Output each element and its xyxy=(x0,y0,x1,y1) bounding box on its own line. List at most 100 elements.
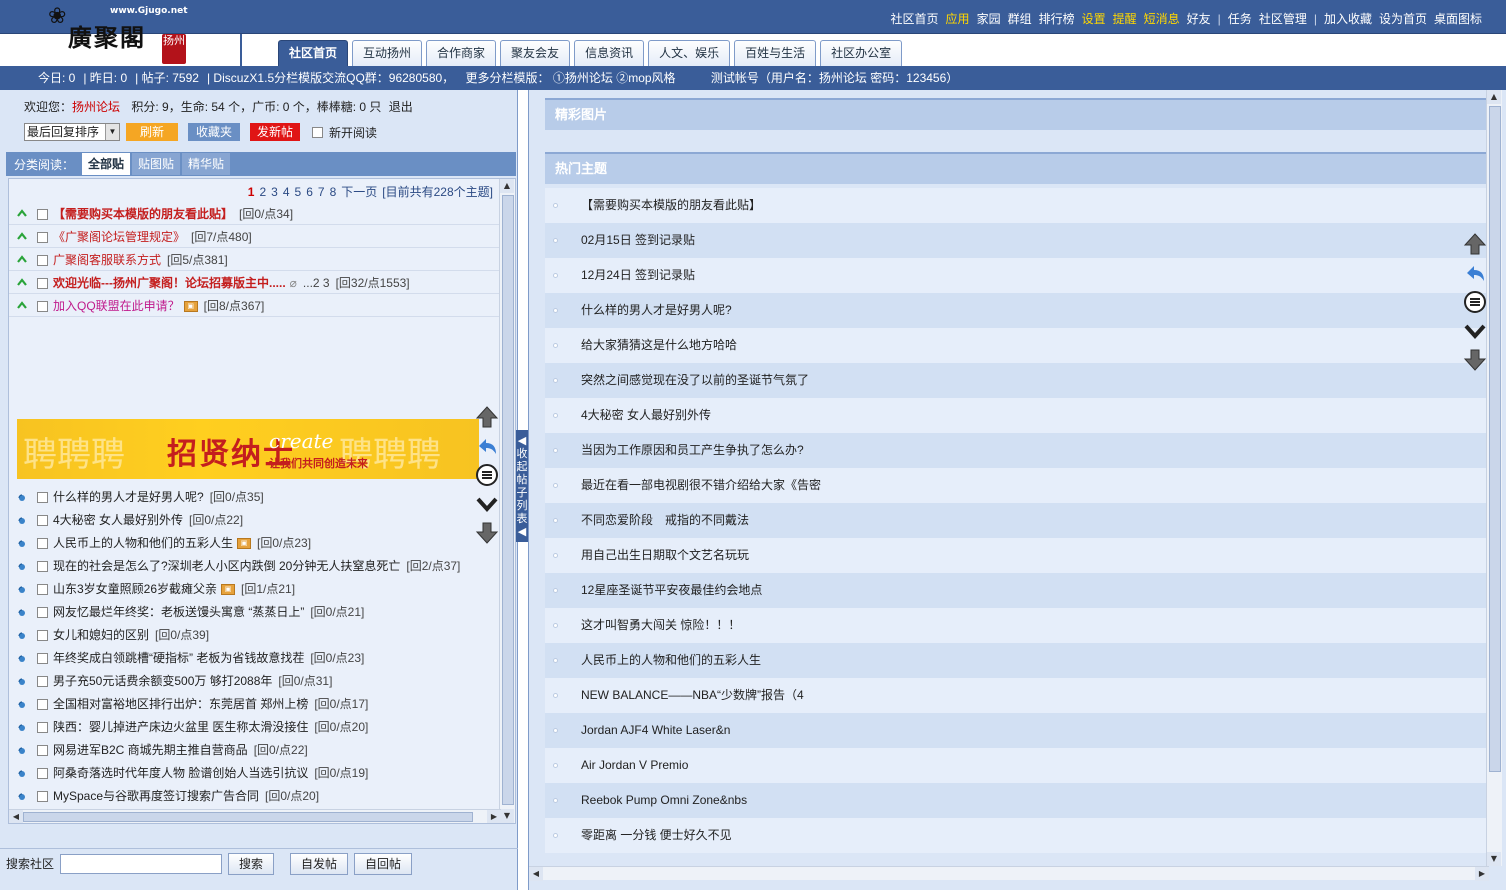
hscroll-thumb[interactable] xyxy=(23,812,473,822)
category-tab[interactable]: 全部贴 xyxy=(82,153,131,175)
hot-topic-link[interactable]: 12星座圣诞节平安夜最佳约会地点 xyxy=(581,573,762,608)
refresh-button[interactable]: 刷新 xyxy=(126,123,178,141)
hot-topic-link[interactable]: 【需要购买本模版的朋友看此贴】 xyxy=(581,188,761,223)
pager-page[interactable]: 5 xyxy=(295,185,302,199)
up-arrow-icon[interactable] xyxy=(475,405,499,429)
hot-topic-link[interactable]: 当因为工作原因和员工产生争执了怎么办? xyxy=(581,433,804,468)
thread-title-link[interactable]: 男子充50元话费余额变500万 够打2088年 xyxy=(53,674,272,688)
thread-checkbox[interactable] xyxy=(37,630,48,641)
hot-topic-item[interactable]: 这才叫智勇大闯关 惊险！！！ xyxy=(545,608,1489,643)
thread-title-link[interactable]: 网易进军B2C 商城先期主推自营商品 xyxy=(53,743,248,757)
tab-item[interactable]: 合作商家 xyxy=(426,40,497,66)
top-nav-item[interactable]: 家园 xyxy=(977,12,1001,26)
hot-topic-link[interactable]: 突然之间感觉现在没了以前的圣诞节气氛了 xyxy=(581,363,809,398)
thread-title-link[interactable]: 现在的社会是怎么了?深圳老人小区内跌倒 20分钟无人扶窒息死亡 xyxy=(53,559,400,573)
tab-item[interactable]: 互动扬州 xyxy=(352,40,423,66)
pager-page[interactable]: 7 xyxy=(318,185,325,199)
reply-icon[interactable] xyxy=(475,434,499,458)
hot-topic-link[interactable]: Air Jordan V Premio xyxy=(581,748,688,783)
hot-topic-item[interactable]: 突然之间感觉现在没了以前的圣诞节气氛了 xyxy=(545,363,1489,398)
top-nav-item[interactable]: 任务 xyxy=(1228,12,1252,26)
hot-topic-item[interactable]: Jordan AJF4 White Laser&n xyxy=(545,713,1489,748)
hot-topic-item[interactable]: 【需要购买本模版的朋友看此贴】 xyxy=(545,188,1489,223)
scroll-thumb[interactable] xyxy=(502,195,514,805)
thread-checkbox[interactable] xyxy=(37,676,48,687)
tab-item[interactable]: 聚友会友 xyxy=(500,40,571,66)
recruit-banner[interactable]: 聘聘聘 聘聘聘 招贤纳士 create 让我们共同创造未来 xyxy=(17,419,479,479)
search-button[interactable]: 搜索 xyxy=(228,852,275,875)
hot-topic-link[interactable]: 最近在看一部电视剧很不错介绍给大家《告密 xyxy=(581,468,821,503)
thread-row[interactable]: 阿桑奇落选时代年度人物 脸谱创始人当选引抗议 [回0/点19] xyxy=(9,762,501,784)
thread-checkbox[interactable] xyxy=(37,745,48,756)
thread-title-link[interactable]: 广聚阁客服联系方式 xyxy=(53,253,161,267)
thread-title-link[interactable]: 网友忆最烂年终奖：老板送馒头寓意 “蒸蒸日上” xyxy=(53,605,304,619)
thread-row[interactable]: 现在的社会是怎么了?深圳老人小区内跌倒 20分钟无人扶窒息死亡 [回2/点37] xyxy=(9,555,501,577)
thread-title-link[interactable]: MySpace与谷歌再度签订搜索广告合同 xyxy=(53,789,259,803)
top-nav-item[interactable]: 排行榜 xyxy=(1039,12,1075,26)
chevron-down-icon[interactable] xyxy=(1463,319,1487,343)
thread-list-vscrollbar[interactable]: ▲ ▼ xyxy=(499,179,515,823)
content-hscrollbar[interactable]: ◀ ▶ xyxy=(529,866,1489,881)
sort-select[interactable]: 最后回复排序 ▼ xyxy=(24,123,120,141)
thread-checkbox[interactable] xyxy=(37,722,48,733)
hot-topic-item[interactable]: NEW BALANCE——NBA“少数牌”报告（4 xyxy=(545,678,1489,713)
tab-item[interactable]: 社区首页 xyxy=(278,40,349,66)
hot-topic-link[interactable]: 人民币上的人物和他们的五彩人生 xyxy=(581,643,761,678)
category-tab[interactable]: 精华贴 xyxy=(182,153,231,175)
thread-row[interactable]: 全国相对富裕地区排行出炉：东莞居首 郑州上榜 [回0/点17] xyxy=(9,693,501,715)
top-nav-item[interactable]: 好友 xyxy=(1187,12,1211,26)
hot-topic-item[interactable]: 人民币上的人物和他们的五彩人生 xyxy=(545,643,1489,678)
collapse-list-handle[interactable]: ◀ 收起帖子列表 ◀ xyxy=(516,430,528,542)
thread-row[interactable]: 网友忆最烂年终奖：老板送馒头寓意 “蒸蒸日上” [回0/点21] xyxy=(9,601,501,623)
reply-icon[interactable] xyxy=(1463,261,1487,285)
thread-title-link[interactable]: 阿桑奇落选时代年度人物 脸谱创始人当选引抗议 xyxy=(53,766,308,780)
top-nav-item[interactable]: 桌面图标 xyxy=(1434,12,1482,26)
thread-title-link[interactable]: 年终奖成白领跳槽“硬指标” 老板为省钱故意找茬 xyxy=(53,651,304,665)
thread-row[interactable]: 男子充50元话费余额变500万 够打2088年 [回0/点31] xyxy=(9,670,501,692)
thread-checkbox[interactable] xyxy=(37,301,48,312)
top-nav-item[interactable]: 短消息 xyxy=(1144,12,1180,26)
sticky-thread-row[interactable]: 《广聚阁论坛管理规定》 [回7/点480] xyxy=(9,226,501,248)
sticky-thread-row[interactable]: 广聚阁客服联系方式 [回5/点381] xyxy=(9,249,501,271)
hot-topic-item[interactable]: Air Jordan V Premio xyxy=(545,748,1489,783)
site-logo[interactable]: ❀ www.Gjugo.net 廣聚閣 扬州 xyxy=(48,4,208,64)
dropdown-arrow-icon[interactable]: ▼ xyxy=(105,124,119,140)
scroll-left-icon[interactable]: ◀ xyxy=(529,867,543,881)
top-nav-item[interactable]: 群组 xyxy=(1008,12,1032,26)
scroll-down-icon[interactable]: ▼ xyxy=(1487,852,1501,866)
hot-topic-item[interactable]: 12星座圣诞节平安夜最佳约会地点 xyxy=(545,573,1489,608)
hot-topic-item[interactable]: 最近在看一部电视剧很不错介绍给大家《告密 xyxy=(545,468,1489,503)
hot-topic-link[interactable]: Reebok Pump Omni Zone&nbs xyxy=(581,783,747,818)
tab-item[interactable]: 人文、娱乐 xyxy=(648,40,731,66)
thread-row[interactable]: 网易进军B2C 商城先期主推自营商品 [回0/点22] xyxy=(9,739,501,761)
new-post-button[interactable]: 发新帖 xyxy=(250,123,300,141)
thread-row[interactable]: 什么样的男人才是好男人呢? [回0/点35] xyxy=(9,486,501,508)
hot-topic-link[interactable]: 不同恋爱阶段 戒指的不同戴法 xyxy=(581,503,749,538)
thread-title-link[interactable]: 女儿和媳妇的区别 xyxy=(53,628,149,642)
thread-checkbox[interactable] xyxy=(37,584,48,595)
sticky-thread-row[interactable]: 欢迎光临---扬州广聚阁！论坛招募版主中..... ⌀ ...2 3 [回32/点15… xyxy=(9,272,501,294)
sticky-thread-row[interactable]: 【需要购买本模版的朋友看此贴】 [回0/点34] xyxy=(9,203,501,225)
scroll-up-icon[interactable]: ▲ xyxy=(1487,90,1501,104)
thread-checkbox[interactable] xyxy=(37,255,48,266)
content-vscrollbar[interactable]: ▲ ▼ xyxy=(1486,90,1502,866)
thread-title-link[interactable]: 4大秘密 女人最好别外传 xyxy=(53,513,183,527)
scroll-up-icon[interactable]: ▲ xyxy=(500,179,514,193)
thread-checkbox[interactable] xyxy=(37,607,48,618)
thread-row[interactable]: 4大秘密 女人最好别外传 [回0/点22] xyxy=(9,509,501,531)
status-more-templates[interactable]: 更多分栏模版： ①扬州论坛 ②mop风格 xyxy=(466,71,676,85)
thread-row[interactable]: 陕西：婴儿掉进产床边火盆里 医生称太滑没接住 [回0/点20] xyxy=(9,716,501,738)
scroll-right-icon[interactable]: ▶ xyxy=(1475,867,1489,881)
hot-topic-item[interactable]: 4大秘密 女人最好别外传 xyxy=(545,398,1489,433)
thread-checkbox[interactable] xyxy=(37,278,48,289)
thread-checkbox[interactable] xyxy=(37,209,48,220)
hot-topic-item[interactable]: 什么样的男人才是好男人呢? xyxy=(545,293,1489,328)
tab-item[interactable]: 百姓与生活 xyxy=(734,40,817,66)
tab-item[interactable]: 信息资讯 xyxy=(574,40,645,66)
thread-title-link[interactable]: 山东3岁女童照顾26岁截瘫父亲 xyxy=(53,582,217,596)
my-replies-button[interactable]: 自回帖 xyxy=(354,852,413,875)
new-window-read-toggle[interactable]: 新开阅读 xyxy=(312,124,377,141)
list-icon[interactable] xyxy=(1463,290,1487,314)
top-nav-item[interactable]: 应用 xyxy=(946,12,970,26)
hot-topic-item[interactable]: 12月24日 签到记录贴 xyxy=(545,258,1489,293)
